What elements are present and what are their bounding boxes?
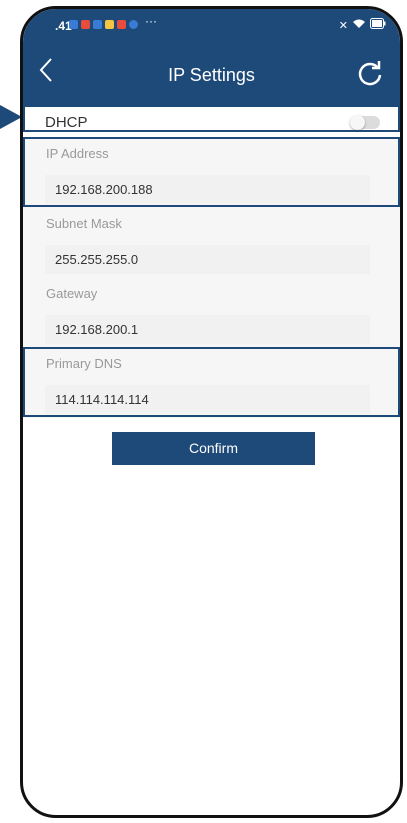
app-header: IP Settings — [23, 43, 400, 107]
ip-fields: IP Address 192.168.200.188 Subnet Mask 2… — [23, 138, 400, 418]
notification-icon — [129, 20, 138, 29]
field-ip-address: IP Address 192.168.200.188 — [23, 138, 400, 208]
callout-arrow — [0, 105, 22, 129]
notification-icon — [93, 20, 102, 29]
field-label: IP Address — [46, 146, 109, 161]
field-label: Gateway — [46, 286, 98, 301]
page-title: IP Settings — [168, 65, 255, 85]
ip-address-input[interactable]: 192.168.200.188 — [45, 175, 370, 204]
toggle-knob — [350, 115, 365, 130]
field-primary-dns: Primary DNS 114.114.114.114 — [23, 348, 400, 418]
phone-frame: .41 ··· ✕ IP Settings DHCP IP Address 19… — [20, 6, 403, 818]
notification-icon — [117, 20, 126, 29]
field-subnet-mask: Subnet Mask 255.255.255.0 — [23, 208, 400, 278]
field-gateway: Gateway 192.168.200.1 — [23, 278, 400, 348]
field-label: Subnet Mask — [46, 216, 122, 231]
settings-content: DHCP IP Address 192.168.200.188 Subnet M… — [23, 107, 400, 418]
status-more: ··· — [145, 14, 157, 28]
dhcp-toggle[interactable] — [350, 115, 380, 130]
dhcp-label: DHCP — [45, 114, 88, 131]
notification-icons — [69, 20, 138, 29]
dhcp-row: DHCP — [23, 107, 400, 138]
wifi-icon — [352, 18, 366, 32]
primary-dns-input[interactable]: 114.114.114.114 — [45, 385, 370, 414]
mute-icon: ✕ — [338, 19, 348, 32]
notification-icon — [105, 20, 114, 29]
status-bar: .41 ··· ✕ — [23, 9, 400, 43]
system-icons: ✕ — [339, 18, 386, 32]
notification-icon — [81, 20, 90, 29]
subnet-mask-input[interactable]: 255.255.255.0 — [45, 245, 370, 274]
notification-icon — [69, 20, 78, 29]
refresh-icon[interactable] — [356, 59, 384, 87]
confirm-button[interactable]: Confirm — [112, 432, 315, 465]
gateway-input[interactable]: 192.168.200.1 — [45, 315, 370, 344]
battery-icon — [370, 18, 386, 32]
field-label: Primary DNS — [46, 356, 122, 371]
